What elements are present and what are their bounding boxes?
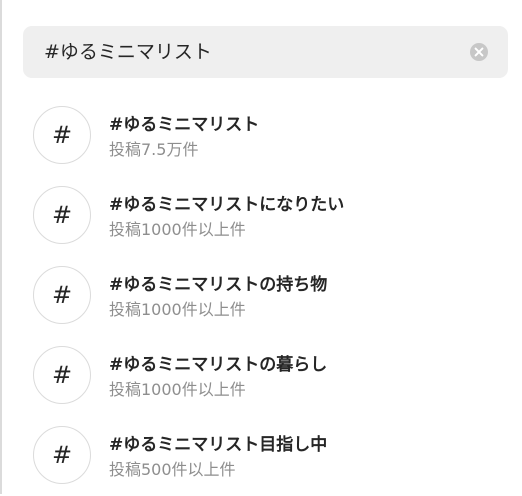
result-post-count: 投稿1000件以上件 (109, 220, 246, 239)
search-result-item[interactable]: # #ゆるミニマリストになりたい 投稿1000件以上件 (0, 176, 522, 256)
search-result-item[interactable]: # #ゆるミニマリストの持ち物 投稿1000件以上件 (0, 256, 522, 336)
result-hashtag: #ゆるミニマリストの暮らし (109, 355, 328, 375)
result-hashtag: #ゆるミニマリストの持ち物 (109, 275, 328, 295)
hashtag-icon: # (33, 426, 91, 484)
clear-search-icon[interactable] (469, 42, 489, 62)
result-post-count: 投稿7.5万件 (109, 140, 199, 159)
search-result-item[interactable]: # #ゆるミニマリスト 投稿7.5万件 (0, 96, 522, 176)
result-post-count: 投稿500件以上件 (109, 460, 236, 479)
hashtag-icon: # (33, 266, 91, 324)
result-hashtag: #ゆるミニマリスト (109, 115, 260, 135)
hashtag-icon: # (33, 106, 91, 164)
search-result-item[interactable]: # #ゆるミニマリスト目指し中 投稿500件以上件 (0, 416, 522, 496)
hashtag-icon: # (33, 346, 91, 404)
result-hashtag: #ゆるミニマリストになりたい (109, 195, 345, 215)
search-result-item[interactable]: # #ゆるミニマリストの暮らし 投稿1000件以上件 (0, 336, 522, 416)
result-post-count: 投稿1000件以上件 (109, 300, 246, 319)
search-input[interactable]: #ゆるミニマリスト (44, 26, 464, 78)
hashtag-icon: # (33, 186, 91, 244)
result-post-count: 投稿1000件以上件 (109, 380, 246, 399)
result-hashtag: #ゆるミニマリスト目指し中 (109, 435, 328, 455)
search-bar[interactable]: #ゆるミニマリスト (23, 26, 508, 78)
